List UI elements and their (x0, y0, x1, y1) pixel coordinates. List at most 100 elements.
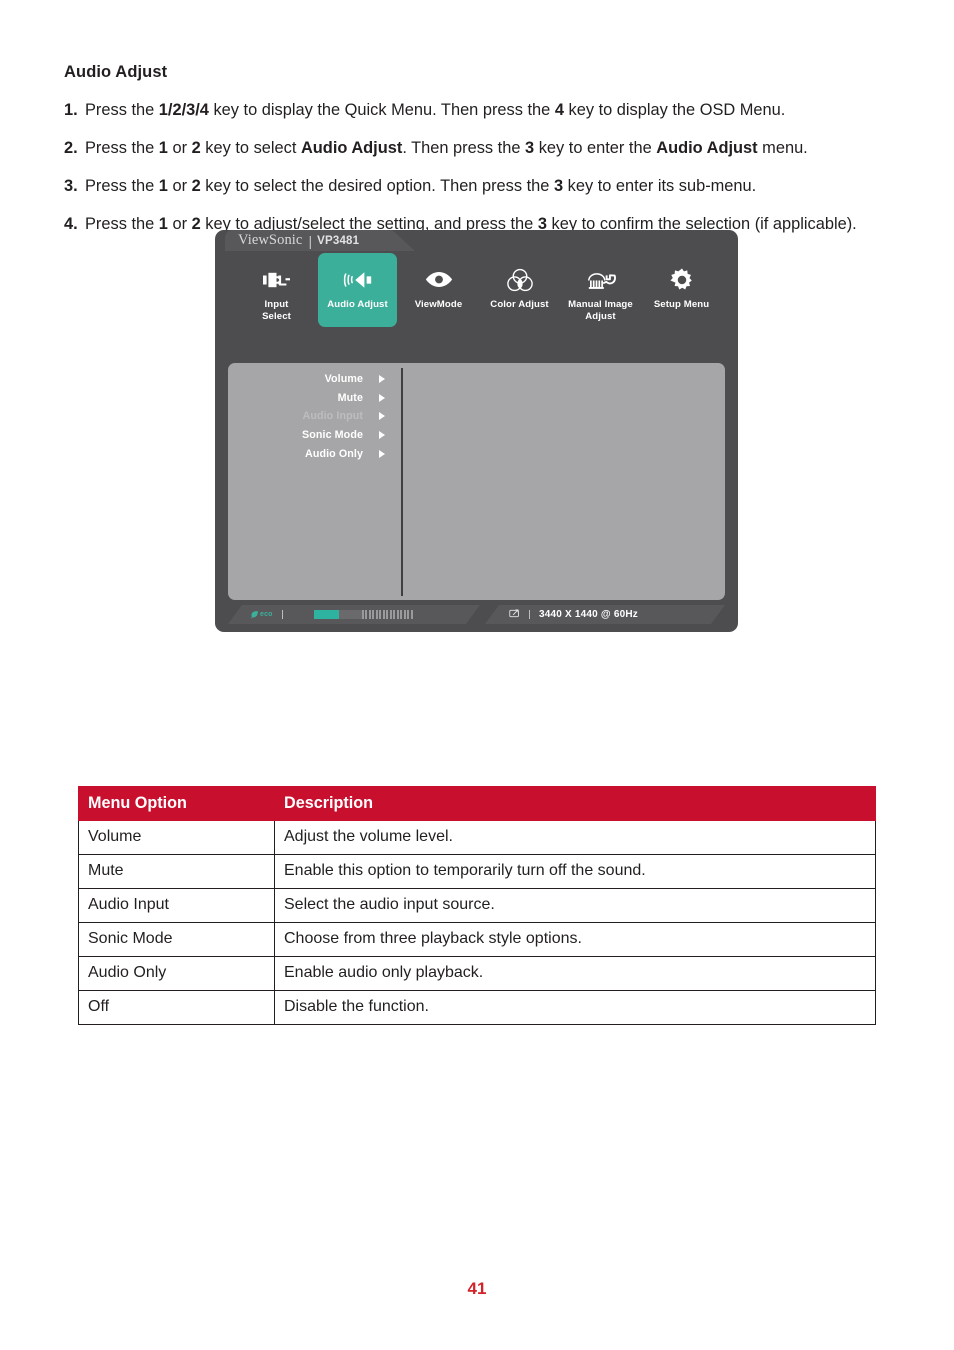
osd-option-label: Audio Input (302, 410, 363, 423)
table-cell-description: Enable this option to temporarily turn o… (274, 854, 876, 889)
column-header-menu-option: Menu Option (78, 786, 275, 821)
step-text-emphasis: 4 (554, 101, 564, 119)
document-page: Audio Adjust 1. Press the 1/2/3/4 key to … (0, 0, 954, 1350)
chevron-right-icon (379, 375, 385, 384)
chevron-right-icon (379, 393, 385, 402)
step-text-fragment: key to enter its sub-menu. (563, 177, 757, 195)
osd-status-bar: eco 3440 X 1440 @ 60Hz (228, 605, 725, 624)
table-row: Volume Adjust the volume level. (78, 820, 876, 855)
status-divider-left (282, 610, 283, 619)
osd-content-panel: Volume Mute Audio Input Sonic Mode Audio Onl… (228, 363, 725, 600)
instruction-step: 1. Press the 1/2/3/4 key to display the Q… (64, 98, 886, 123)
step-text-emphasis: 3 (553, 177, 564, 195)
osd-option-row[interactable]: Volume (228, 370, 401, 389)
step-text-fragment: menu. (757, 139, 808, 157)
osd-option-row[interactable]: Mute (228, 389, 401, 408)
status-divider-right (529, 610, 530, 619)
step-text-emphasis: 1 (158, 177, 168, 195)
osd-option-label: Mute (337, 391, 363, 404)
osd-tab-label: ViewMode (414, 299, 463, 310)
table-cell-menu-option: Volume (78, 820, 275, 855)
column-header-description: Description (274, 786, 876, 821)
eco-icon: eco (250, 610, 273, 619)
osd-option-row[interactable]: Sonic Mode (228, 426, 401, 445)
table-header-row: Menu Option Description (78, 786, 876, 821)
table-row: Audio Only Enable audio only playback. (78, 956, 876, 991)
osd-status-right: 3440 X 1440 @ 60Hz (485, 605, 725, 624)
osd-brand-tab: ViewSonic | VP3481 (225, 230, 415, 251)
step-text-fragment: Press the (85, 139, 159, 157)
step-text-emphasis: Audio Adjust (656, 139, 758, 157)
eco-label: eco (260, 611, 273, 618)
step-number: 3. (64, 177, 78, 195)
model-number: VP3481 (317, 234, 360, 247)
input-plug-icon (263, 264, 290, 295)
step-text-fragment: key to select (200, 139, 301, 157)
step-number: 2. (64, 139, 78, 157)
osd-tab-bar: Input Select Audio Adjust ViewMode Color Adj… (215, 253, 738, 345)
gear-icon (669, 264, 694, 295)
osd-tab-label: Manual Image Adjust (568, 299, 633, 322)
step-text: Press the 1 or 2 key to select the desir… (85, 174, 886, 199)
step-text-fragment: Press the (85, 101, 159, 119)
sliders-wrench-icon (586, 264, 616, 295)
osd-tab-color-adjust[interactable]: Color Adjust (480, 253, 559, 327)
eye-icon (425, 264, 453, 295)
table-cell-description: Disable the function. (274, 990, 876, 1025)
step-text-emphasis: 1 (158, 139, 168, 157)
step-text-emphasis: 2 (191, 215, 201, 233)
table-cell-menu-option: Audio Only (78, 956, 275, 991)
table-cell-description: Select the audio input source. (274, 888, 876, 923)
step-text-emphasis: 3 (525, 139, 535, 157)
step-text-fragment: Press the (85, 215, 159, 233)
instruction-step: 3. Press the 1 or 2 key to select the des… (64, 174, 886, 199)
table-cell-description: Enable audio only playback. (274, 956, 876, 991)
osd-tab-manual-image-adjust[interactable]: Manual Image Adjust (561, 253, 640, 327)
osd-panel-divider (401, 368, 403, 596)
step-text-emphasis: 1/2/3/4 (158, 101, 209, 119)
osd-option-label: Volume (324, 373, 363, 386)
table-row: Sonic Mode Choose from three playback sty… (78, 922, 876, 957)
table-row: Off Disable the function. (78, 990, 876, 1025)
osd-option-row[interactable]: Audio Only (228, 444, 401, 463)
step-text-emphasis: 2 (191, 139, 201, 157)
osd-tab-setup-menu[interactable]: Setup Menu (642, 253, 721, 327)
instruction-step: 2. Press the 1 or 2 key to select Audio A… (64, 136, 886, 161)
brand-separator: | (308, 232, 313, 249)
menu-option-table: Menu Option Description Volume Adjust the… (78, 786, 876, 1025)
osd-tab-label: Input Select (262, 299, 291, 322)
osd-tab-label: Audio Adjust (327, 299, 388, 310)
step-number: 4. (64, 215, 78, 233)
table-cell-menu-option: Sonic Mode (78, 922, 275, 957)
color-circles-icon (506, 264, 533, 295)
step-text-emphasis: 2 (191, 177, 201, 195)
step-text-fragment: key to enter the (534, 139, 657, 157)
table-cell-menu-option: Audio Input (78, 888, 275, 923)
table-cell-menu-option: Mute (78, 854, 275, 889)
table-header: Menu Option Description (78, 786, 876, 821)
step-text-fragment: Press the (85, 177, 159, 195)
step-text-fragment: or (167, 139, 192, 157)
instruction-steps: 1. Press the 1/2/3/4 key to display the Q… (64, 98, 886, 250)
step-text: Press the 1 or 2 key to select Audio Adj… (85, 136, 886, 161)
page-title: Audio Adjust (64, 63, 168, 81)
brand-name: ViewSonic (238, 232, 303, 248)
resolution-label: 3440 X 1440 @ 60Hz (539, 609, 638, 620)
brightness-bargraph (314, 610, 415, 619)
osd-menu-screenshot: ViewSonic | VP3481 Input Select Audio Adju… (215, 230, 738, 632)
osd-tab-label: Setup Menu (653, 299, 710, 310)
osd-status-left: eco (228, 605, 480, 624)
chevron-right-icon (379, 449, 385, 458)
osd-option-label: Audio Only (305, 447, 363, 460)
step-text-fragment: key to display the OSD Menu. (563, 101, 786, 119)
osd-tab-label: Color Adjust (490, 299, 549, 310)
step-text-fragment: or (167, 215, 192, 233)
osd-tab-input-select[interactable]: Input Select (237, 253, 316, 327)
display-output-icon (509, 606, 520, 624)
table-row: Mute Enable this option to temporarily tu… (78, 854, 876, 889)
table-cell-description: Adjust the volume level. (274, 820, 876, 855)
speaker-waves-icon (343, 264, 373, 295)
step-text-fragment: or (167, 177, 192, 195)
osd-tab-audio-adjust[interactable]: Audio Adjust (318, 253, 397, 327)
osd-tab-viewmode[interactable]: ViewMode (399, 253, 478, 327)
